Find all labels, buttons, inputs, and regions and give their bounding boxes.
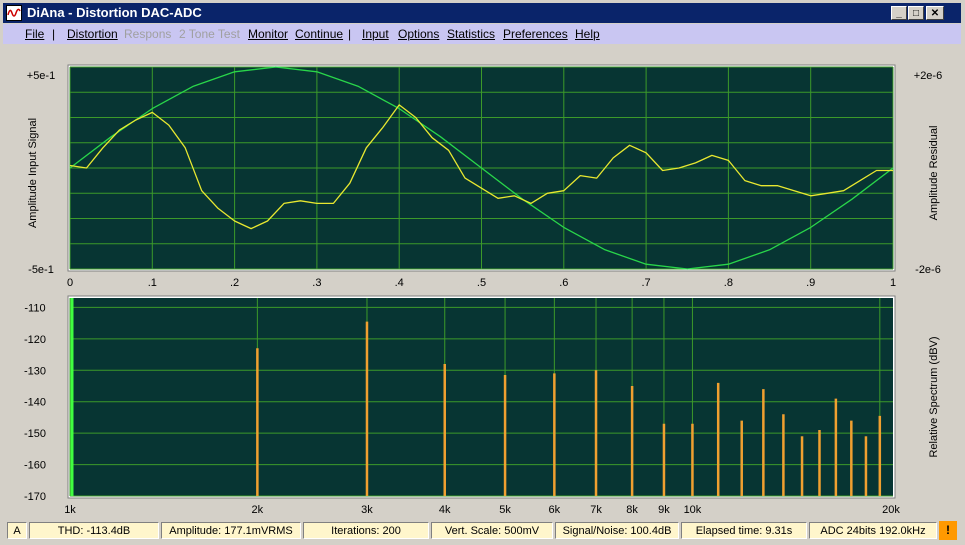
analysis-charts: +5e-1 -5e-1 +2e-6 -2e-6 0 .1 .2 .3 .4 .5 .6 .7 .8 .9 1…: [24, 64, 942, 516]
status-amplitude: Amplitude: 177.1mVRMS: [161, 522, 301, 539]
menu-bar: File | Distortion Respons 2 Tone Test Monitor…: [3, 24, 961, 44]
menu-distortion[interactable]: Distortion: [67, 27, 118, 41]
bottom-y-tick-label: -130: [24, 365, 46, 377]
bottom-y-tick-label: -150: [24, 428, 46, 440]
status-iterations: Iterations: 200: [303, 522, 429, 539]
title-bar[interactable]: DiAna - Distortion DAC-ADC _ □ ✕: [3, 3, 961, 23]
top-x-tick-label: .9: [806, 277, 815, 289]
bottom-x-tick-label: 1k: [64, 504, 76, 516]
y-right-tick-bottom: -2e-6: [915, 264, 941, 276]
bottom-x-tick-label: 10k: [684, 504, 702, 516]
bottom-y-tick-label: -120: [24, 334, 46, 346]
close-button[interactable]: ✕: [926, 6, 944, 20]
oscilloscope-icon: [6, 5, 22, 21]
top-x-tick-label: 0: [67, 277, 73, 289]
bottom-y-tick-label: -110: [24, 302, 45, 314]
y-left-axis-label: Amplitude Input Signal: [27, 118, 39, 228]
top-x-tick-label: .3: [312, 277, 321, 289]
bottom-y-tick-label: -160: [24, 460, 46, 472]
status-adc: ADC 24bits 192.0kHz: [809, 522, 937, 539]
bottom-x-tick-label: 7k: [590, 504, 602, 516]
status-bar: A THD: -113.4dB Amplitude: 177.1mVRMS It…: [3, 520, 961, 542]
top-x-tick-label: .8: [724, 277, 733, 289]
status-signal-noise: Signal/Noise: 100.4dB: [555, 522, 679, 539]
top-x-tick-label: .1: [148, 277, 157, 289]
top-x-tick-label: .2: [230, 277, 239, 289]
spectrum-axis-label: Relative Spectrum (dBV): [928, 336, 940, 457]
status-mode: A: [7, 522, 27, 539]
window-title: DiAna - Distortion DAC-ADC: [27, 5, 202, 20]
maximize-button[interactable]: □: [908, 6, 924, 20]
bottom-x-tick-label: 6k: [549, 504, 561, 516]
menu-2-tone-test[interactable]: 2 Tone Test: [179, 27, 240, 41]
bottom-x-tick-label: 2k: [252, 504, 264, 516]
menu-file[interactable]: File: [25, 27, 44, 41]
bottom-x-tick-label: 20k: [882, 504, 900, 516]
menu-preferences[interactable]: Preferences: [503, 27, 568, 41]
y-right-tick-top: +2e-6: [914, 70, 942, 82]
app-window: DiAna - Distortion DAC-ADC _ □ ✕ File | Di…: [0, 0, 962, 545]
menu-respons[interactable]: Respons: [124, 27, 171, 41]
top-x-tick-label: .7: [642, 277, 651, 289]
menu-help[interactable]: Help: [575, 27, 600, 41]
bottom-y-tick-label: -170: [24, 491, 46, 503]
top-x-tick-label: .6: [559, 277, 568, 289]
menu-separator: |: [52, 27, 56, 41]
menu-input[interactable]: Input: [362, 27, 389, 41]
bottom-x-tick-label: 9k: [658, 504, 670, 516]
menu-statistics[interactable]: Statistics: [447, 27, 495, 41]
bottom-x-tick-label: 3k: [361, 504, 373, 516]
y-left-tick-bottom: -5e-1: [28, 264, 54, 276]
menu-monitor[interactable]: Monitor: [248, 27, 288, 41]
menu-options[interactable]: Options: [398, 27, 439, 41]
plot-area: +5e-1 -5e-1 +2e-6 -2e-6 0 .1 .2 .3 .4 .5 .6 .7 .8 .9 1…: [3, 45, 961, 519]
bottom-x-tick-label: 5k: [499, 504, 511, 516]
menu-continue[interactable]: Continue: [295, 27, 343, 41]
status-vert-scale: Vert. Scale: 500mV: [431, 522, 553, 539]
y-right-axis-label: Amplitude Residual: [928, 126, 940, 221]
bottom-x-tick-label: 8k: [626, 504, 638, 516]
minimize-button[interactable]: _: [891, 6, 907, 20]
top-x-tick-label: .4: [395, 277, 404, 289]
menu-separator: |: [348, 27, 352, 41]
bottom-chart-bg: [70, 298, 893, 496]
top-x-tick-label: .5: [477, 277, 486, 289]
top-x-tick-label: 1: [890, 277, 896, 289]
y-left-tick-top: +5e-1: [27, 70, 55, 82]
bottom-x-tick-label: 4k: [439, 504, 451, 516]
status-elapsed: Elapsed time: 9.31s: [681, 522, 807, 539]
warning-icon[interactable]: !: [939, 521, 957, 540]
status-thd: THD: -113.4dB: [29, 522, 159, 539]
bottom-y-tick-label: -140: [24, 397, 46, 409]
